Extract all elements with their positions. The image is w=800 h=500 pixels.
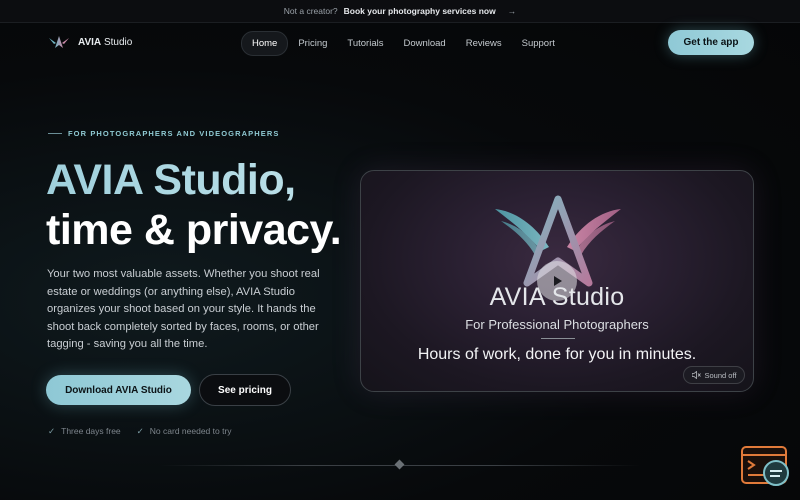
video-tagline: Hours of work, done for you in minutes. <box>417 346 697 363</box>
logo[interactable]: AVIA Studio <box>48 34 132 50</box>
announcement-prefix: Not a creator? <box>283 6 338 16</box>
check-icon: ✓ <box>48 426 56 436</box>
video-divider <box>541 338 575 339</box>
nav-item-home[interactable]: Home <box>241 31 289 56</box>
hero-checks: ✓ Three days free ✓ No card needed to try <box>48 426 232 437</box>
speaker-mute-icon <box>691 371 701 379</box>
nav-item-tutorials[interactable]: Tutorials <box>337 32 393 55</box>
arrow-right-icon[interactable]: → <box>508 6 517 16</box>
nav-item-support[interactable]: Support <box>512 32 565 55</box>
hero-description: Your two most valuable assets. Whether y… <box>47 268 320 351</box>
divider-diamond-icon <box>394 459 405 470</box>
see-pricing-button[interactable]: See pricing <box>199 374 291 406</box>
nav-item-pricing[interactable]: Pricing <box>288 32 337 55</box>
video-brand: AVIA Studio <box>489 283 625 311</box>
sound-toggle-label: Sound off <box>704 370 737 380</box>
get-app-button[interactable]: Get the app <box>668 30 754 55</box>
check-icon: ✓ <box>136 426 144 436</box>
eyebrow-divider <box>48 133 62 134</box>
nav-item-download[interactable]: Download <box>393 32 455 55</box>
hero-title: AVIA Studio, time & privacy. <box>46 155 342 255</box>
hero-title-line2: time & privacy. <box>46 206 342 254</box>
sound-toggle[interactable]: Sound off <box>683 366 745 384</box>
nav-item-reviews[interactable]: Reviews <box>456 32 512 55</box>
hero-title-line1: AVIA Studio, <box>46 155 341 205</box>
video-subtitle: For Professional Photographers <box>465 317 649 332</box>
check-item: ✓ No card needed to try <box>136 426 232 436</box>
announcement-bar: Not a creator? Book your photography ser… <box>0 0 800 23</box>
logo-text: AVIA Studio <box>78 36 133 48</box>
avia-wings-logo-icon <box>49 36 69 48</box>
hero-eyebrow: FOR PHOTOGRAPHERS AND VIDEOGRAPHERS <box>48 129 279 138</box>
promo-video[interactable]: AVIA Studio For Professional Photographe… <box>360 170 754 392</box>
eyebrow-text: FOR PHOTOGRAPHERS AND VIDEOGRAPHERS <box>68 129 280 138</box>
nav-menu: Home Pricing Tutorials Download Reviews … <box>241 31 565 56</box>
chat-widget-icon[interactable] <box>740 445 792 489</box>
main-nav: AVIA Studio Home Pricing Tutorials Downl… <box>0 24 800 62</box>
check-item: ✓ Three days free <box>48 426 121 436</box>
download-button[interactable]: Download AVIA Studio <box>46 375 191 405</box>
announcement-link[interactable]: Book your photography services now <box>344 6 496 16</box>
